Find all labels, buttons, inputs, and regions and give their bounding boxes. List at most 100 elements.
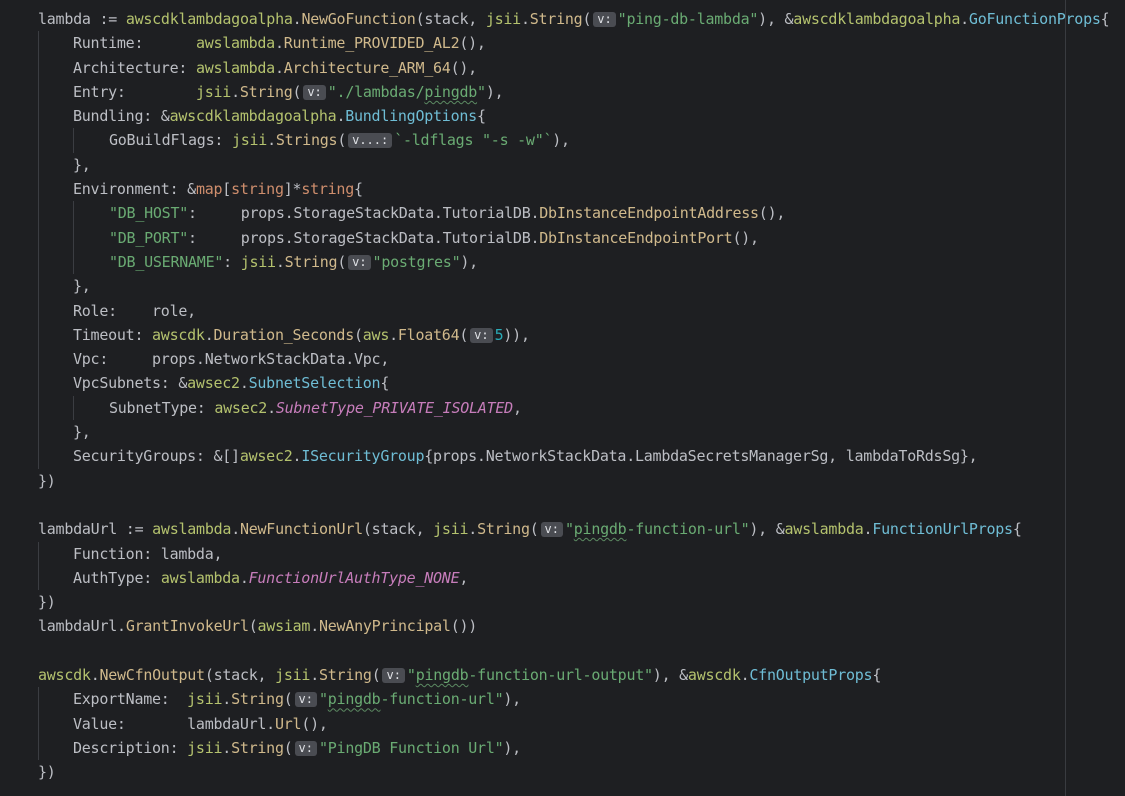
code-line[interactable]: Function: lambda,	[38, 541, 1109, 567]
code-line[interactable]: AuthType: awslambda.FunctionUrlAuthType_…	[38, 565, 1109, 591]
code-line[interactable]: lambdaUrl.GrantInvokeUrl(awsiam.NewAnyPr…	[38, 614, 1109, 638]
code-line[interactable]: })	[38, 469, 1109, 493]
code-token: AuthType:	[73, 568, 161, 587]
code-line[interactable]: lambdaUrl := awslambda.NewFunctionUrl(st…	[38, 517, 1109, 541]
code-token: String	[477, 520, 530, 539]
code-token: })	[38, 471, 56, 490]
code-line[interactable]: })	[38, 590, 1109, 614]
code-token: props.StorageStackData.TutorialDB.	[240, 204, 540, 223]
code-token: String	[231, 738, 284, 757]
code-token: (	[283, 738, 293, 757]
code-line[interactable]	[38, 639, 1109, 663]
code-line[interactable]: "DB_PORT": props.StorageStackData.Tutori…	[38, 225, 1109, 251]
code-line[interactable]: "DB_USERNAME": jsii.String(v: "postgres")…	[38, 249, 1109, 275]
code-token: .	[275, 252, 285, 271]
code-line[interactable]: Bundling: &awscdklambdagoalpha.BundlingO…	[38, 104, 1109, 129]
code-token: pingdb	[573, 520, 627, 539]
code-token: ), &	[749, 520, 785, 539]
code-line[interactable]: },	[38, 274, 1109, 299]
code-token: SecurityGroups: &[]	[73, 447, 240, 466]
code-token: SubnetType:	[109, 398, 215, 417]
code-token: (),	[758, 204, 786, 223]
code-token: "postgres"	[372, 252, 461, 271]
code-editor[interactable]: lambda := awscdklambdagoalpha. NewGoFunct…	[0, 0, 1125, 796]
code-line[interactable]: Runtime: awslambda.Runtime_PROVIDED_AL2(…	[38, 31, 1109, 56]
parameter-hint: v:	[382, 668, 405, 684]
code-token: Role: role	[73, 301, 188, 320]
code-line[interactable]: Timeout: awscdk.Duration_Seconds(aws.Flo…	[38, 322, 1109, 348]
code-line[interactable]	[38, 493, 1109, 517]
code-line[interactable]: Role: role,	[38, 298, 1109, 324]
code-token: },	[73, 423, 91, 442]
code-line[interactable]: Environment: &map[string]*string{	[38, 177, 1109, 202]
code-token: ), &	[758, 10, 794, 28]
code-token: pingdb	[424, 82, 478, 101]
code-line[interactable]: Entry: jsii.String(v: "./lambdas/pingdb")…	[38, 79, 1109, 105]
code-line[interactable]: "DB_HOST": props.StorageStackData.Tutori…	[38, 201, 1109, 226]
code-line[interactable]: Vpc: props.NetworkStackData.Vpc,	[38, 347, 1109, 372]
code-token: .	[239, 568, 249, 587]
code-line[interactable]: awscdk.NewCfnOutput(stack, jsii.String(v…	[38, 663, 1109, 687]
code-token: (),	[301, 714, 328, 733]
code-token: "	[477, 82, 486, 101]
code-token: jsii	[240, 252, 276, 271]
code-token: (	[248, 617, 258, 636]
code-token: awslambda	[195, 34, 275, 53]
code-line[interactable]: GoBuildFlags: jsii.Strings(v...: `-ldflag…	[38, 128, 1109, 154]
code-token: -function-url"	[626, 520, 750, 539]
code-token: FunctionUrlProps	[872, 520, 1013, 539]
code-token: (),	[732, 228, 759, 247]
code-line[interactable]: })	[38, 760, 1109, 784]
code-line[interactable]: lambda := awscdklambdagoalpha. NewGoFunct…	[38, 7, 1110, 31]
code-token: awsec2	[214, 398, 268, 417]
code-token: props.NetworkStackData.LambdaSecretsMana…	[433, 447, 960, 466]
code-token: "	[318, 690, 328, 709]
code-token: (	[337, 131, 347, 150]
code-token: DbInstanceEndpointPort	[539, 228, 733, 247]
code-token: ),	[460, 252, 478, 271]
code-token: {	[1012, 520, 1022, 539]
code-token: "DB_PORT"	[109, 228, 189, 247]
code-line[interactable]: Value: lambdaUrl.Url(),	[38, 711, 1109, 737]
code-token: },	[959, 447, 978, 466]
code-lines[interactable]: lambda := awscdklambdagoalpha. NewGoFunct…	[38, 7, 1110, 785]
code-token: (),	[450, 58, 478, 77]
code-token: Entry:	[73, 82, 196, 101]
code-token: awsiam	[257, 617, 311, 636]
code-line[interactable]: VpcSubnets: &awsec2.SubnetSelection{	[38, 371, 1109, 397]
code-token: DbInstanceEndpointAddress	[539, 204, 759, 223]
code-line[interactable]: ExportName: jsii.String(v: "pingdb-functi…	[38, 687, 1109, 712]
code-line[interactable]: SecurityGroups: &[]awsec2.ISecurityGroup…	[38, 444, 1109, 469]
code-token: Description:	[73, 738, 188, 757]
code-token: Environment: &	[73, 180, 196, 199]
code-token: .	[310, 666, 319, 685]
code-token: .	[204, 325, 214, 344]
code-token: `-ldflags "-s -w"`	[394, 131, 553, 150]
code-token: (	[582, 10, 592, 28]
code-token: {	[1100, 10, 1110, 28]
code-token: awslambda	[152, 520, 232, 539]
code-token: Architecture:	[73, 58, 196, 77]
code-token: jsii	[187, 690, 223, 709]
code-token: lambdaUrl	[38, 520, 118, 539]
code-token: (stack,	[204, 666, 276, 685]
code-token: String	[284, 252, 338, 271]
code-token: {	[476, 107, 486, 126]
code-line[interactable]: },	[38, 152, 1109, 178]
code-line[interactable]: Architecture: awslambda.Architecture_ARM…	[38, 55, 1109, 81]
code-line[interactable]: SubnetType: awsec2.SubnetType_PRIVATE_IS…	[38, 395, 1109, 421]
code-token: pingdb	[327, 690, 381, 709]
code-token: (),	[459, 34, 486, 53]
code-token: awscdklambdagoalpha	[169, 107, 337, 126]
code-token: :=	[117, 520, 153, 539]
code-token: GrantInvokeUrl	[125, 617, 249, 636]
code-token: :=	[90, 10, 126, 28]
code-line[interactable]: Description: jsii.String(v: "PingDB Funct…	[38, 735, 1109, 761]
code-token: ),	[485, 82, 504, 101]
code-token: .	[239, 374, 249, 393]
code-line[interactable]: },	[38, 420, 1109, 445]
code-token: -function-url-output"	[468, 666, 653, 685]
code-token: ,	[380, 350, 390, 369]
code-token: NewCfnOutput	[99, 666, 205, 685]
code-token: map	[195, 180, 223, 199]
